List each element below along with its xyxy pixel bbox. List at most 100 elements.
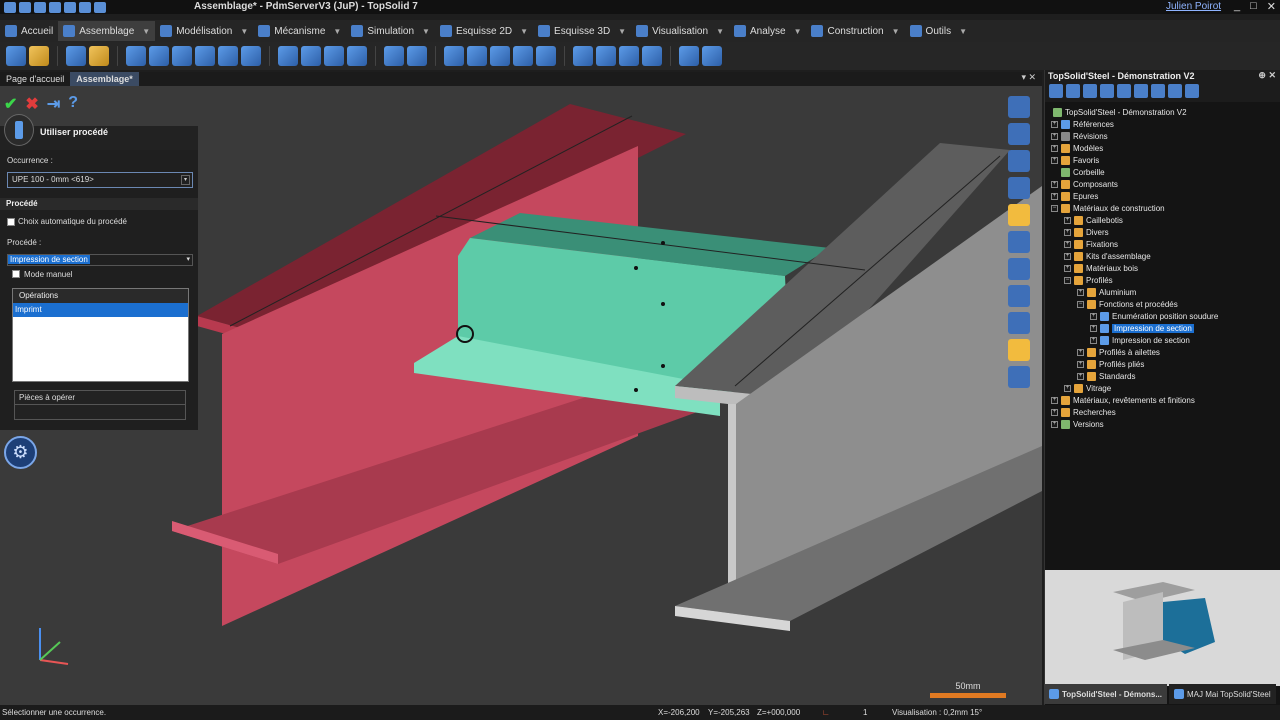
view-tool-button[interactable] [1008, 231, 1030, 253]
toolbar-button[interactable] [172, 46, 192, 66]
expand-icon[interactable]: + [1051, 408, 1058, 416]
project-tool-button[interactable] [1151, 84, 1165, 98]
expand-icon[interactable]: + [1090, 324, 1097, 332]
toolbar-button[interactable] [29, 46, 49, 66]
toolbar-button[interactable] [218, 46, 238, 66]
toolbar-button[interactable] [6, 46, 26, 66]
toolbar-button[interactable] [347, 46, 367, 66]
expand-icon[interactable]: + [1064, 264, 1071, 272]
menu-mecanisme[interactable]: Mécanisme ▼ [253, 21, 346, 41]
toolbar-button[interactable] [702, 46, 722, 66]
menu-esquisse-3d[interactable]: Esquisse 3D ▼ [533, 21, 631, 41]
tree-node[interactable]: + Kits d'assemblage [1064, 250, 1151, 262]
toolbar-button[interactable] [324, 46, 344, 66]
tree-node[interactable]: + Fixations [1064, 238, 1118, 250]
expand-icon[interactable]: + [1064, 216, 1071, 224]
manual-mode-checkbox[interactable] [12, 270, 20, 278]
toolbar-button[interactable] [66, 46, 86, 66]
menu-esquisse-2d[interactable]: Esquisse 2D ▼ [435, 21, 533, 41]
pen-icon[interactable] [94, 1, 106, 13]
toolbar-button[interactable] [679, 46, 699, 66]
expand-icon[interactable]: + [1064, 228, 1071, 236]
tab-assembly[interactable]: Assemblage* [70, 72, 139, 86]
tab-controls[interactable]: ▾ ✕ [1021, 72, 1036, 83]
project-tool-button[interactable] [1083, 84, 1097, 98]
options-gear-icon[interactable]: ⚙ [4, 436, 37, 469]
toolbar-button[interactable] [195, 46, 215, 66]
zoom-icon[interactable] [1008, 258, 1030, 280]
expand-icon[interactable]: + [1051, 396, 1058, 404]
tree-node[interactable]: − Profilés [1064, 274, 1113, 286]
toolbar-button[interactable] [596, 46, 616, 66]
occurrence-field[interactable]: UPE 100 - 0mm <619> ▾ [7, 172, 193, 188]
toolbar-button[interactable] [490, 46, 510, 66]
view-tool-button[interactable] [1008, 150, 1030, 172]
toolbar-button[interactable] [467, 46, 487, 66]
tree-node[interactable]: + Composants [1051, 178, 1118, 190]
expand-icon[interactable]: + [1051, 132, 1058, 140]
help-icon[interactable]: ? [68, 94, 78, 114]
expand-icon[interactable]: + [1077, 348, 1084, 356]
cancel-x-icon[interactable]: ✖ [25, 94, 38, 114]
toolbar-button[interactable] [573, 46, 593, 66]
menu-visualisation[interactable]: Visualisation ▼ [631, 21, 729, 41]
tree-node[interactable]: + Profilés pliés [1077, 358, 1144, 370]
project-tool-button[interactable] [1134, 84, 1148, 98]
tree-node[interactable]: + Profilés à ailettes [1077, 346, 1160, 358]
toolbar-button[interactable] [384, 46, 404, 66]
tree-node[interactable]: + Vitrage [1064, 382, 1111, 394]
toolbar-button[interactable] [536, 46, 556, 66]
tree-node[interactable]: + Matériaux bois [1064, 262, 1138, 274]
user-link[interactable]: Julien Poirot [1166, 1, 1221, 12]
view-tool-button[interactable] [1008, 204, 1030, 226]
project-tool-button[interactable] [1117, 84, 1131, 98]
chevron-down-icon[interactable]: ▼ [333, 27, 341, 36]
maximize-button[interactable]: □ [1250, 0, 1257, 13]
tree-node[interactable]: + Versions [1051, 418, 1104, 430]
expand-icon[interactable]: + [1051, 120, 1058, 128]
toolbar-button[interactable] [642, 46, 662, 66]
tab-home[interactable]: Page d'accueil [0, 72, 70, 86]
list-item[interactable]: Imprimt [13, 303, 188, 317]
operations-list[interactable]: Opérations Imprimt [12, 288, 189, 382]
close-button[interactable]: ✕ [1267, 0, 1276, 13]
app-logo-icon[interactable] [4, 1, 16, 13]
chevron-down-icon[interactable]: ▼ [618, 27, 626, 36]
chevron-down-icon[interactable]: ▼ [240, 27, 248, 36]
toolbar-button[interactable] [89, 46, 109, 66]
tree-node[interactable]: + Révisions [1051, 130, 1108, 142]
tree-node[interactable]: + Références [1051, 118, 1114, 130]
chevron-down-icon[interactable]: ▾ [181, 175, 190, 185]
snap-icon[interactable]: ∟ [822, 708, 830, 717]
tree-node[interactable]: + Divers [1064, 226, 1109, 238]
tree-node[interactable]: + Aluminium [1077, 286, 1136, 298]
tree-node[interactable]: + Caillebotis [1064, 214, 1123, 226]
chevron-down-icon[interactable]: ▼ [520, 27, 528, 36]
toolbar-button[interactable] [149, 46, 169, 66]
undo-icon[interactable] [64, 1, 76, 13]
chevron-down-icon[interactable]: ▼ [716, 27, 724, 36]
collapse-icon[interactable]: − [1064, 276, 1071, 284]
pin-arrows-icon[interactable]: ⇥ [47, 94, 60, 114]
chevron-down-icon[interactable]: ▼ [892, 27, 900, 36]
expand-icon[interactable]: + [1051, 144, 1058, 152]
tree-node[interactable]: + Standards [1077, 370, 1135, 382]
tree-node[interactable]: + Impression de section [1090, 334, 1190, 346]
project-tool-button[interactable] [1049, 84, 1063, 98]
chevron-down-icon[interactable]: ▼ [142, 27, 150, 36]
toolbar-button[interactable] [619, 46, 639, 66]
project-tool-button[interactable] [1185, 84, 1199, 98]
view-tool-button[interactable] [1008, 177, 1030, 199]
print-icon[interactable] [49, 1, 61, 13]
tree-node[interactable]: − Fonctions et procédés [1077, 298, 1178, 310]
auto-choice-checkbox[interactable] [7, 218, 15, 226]
panel-controls[interactable]: ⊕ ✕ [1258, 70, 1276, 81]
tab-update[interactable]: MAJ Mai TopSolid'Steel [1168, 684, 1276, 704]
menu-accueil[interactable]: Accueil [0, 21, 58, 41]
tree-node[interactable]: + Epures [1051, 190, 1098, 202]
toolbar-button[interactable] [241, 46, 261, 66]
tree-node[interactable]: TopSolid'Steel - Démonstration V2 [1053, 106, 1187, 118]
tree-node[interactable]: + Enumération position soudure [1090, 310, 1218, 322]
menu-outils[interactable]: Outils ▼ [905, 21, 972, 41]
view-tool-button[interactable] [1008, 96, 1030, 118]
